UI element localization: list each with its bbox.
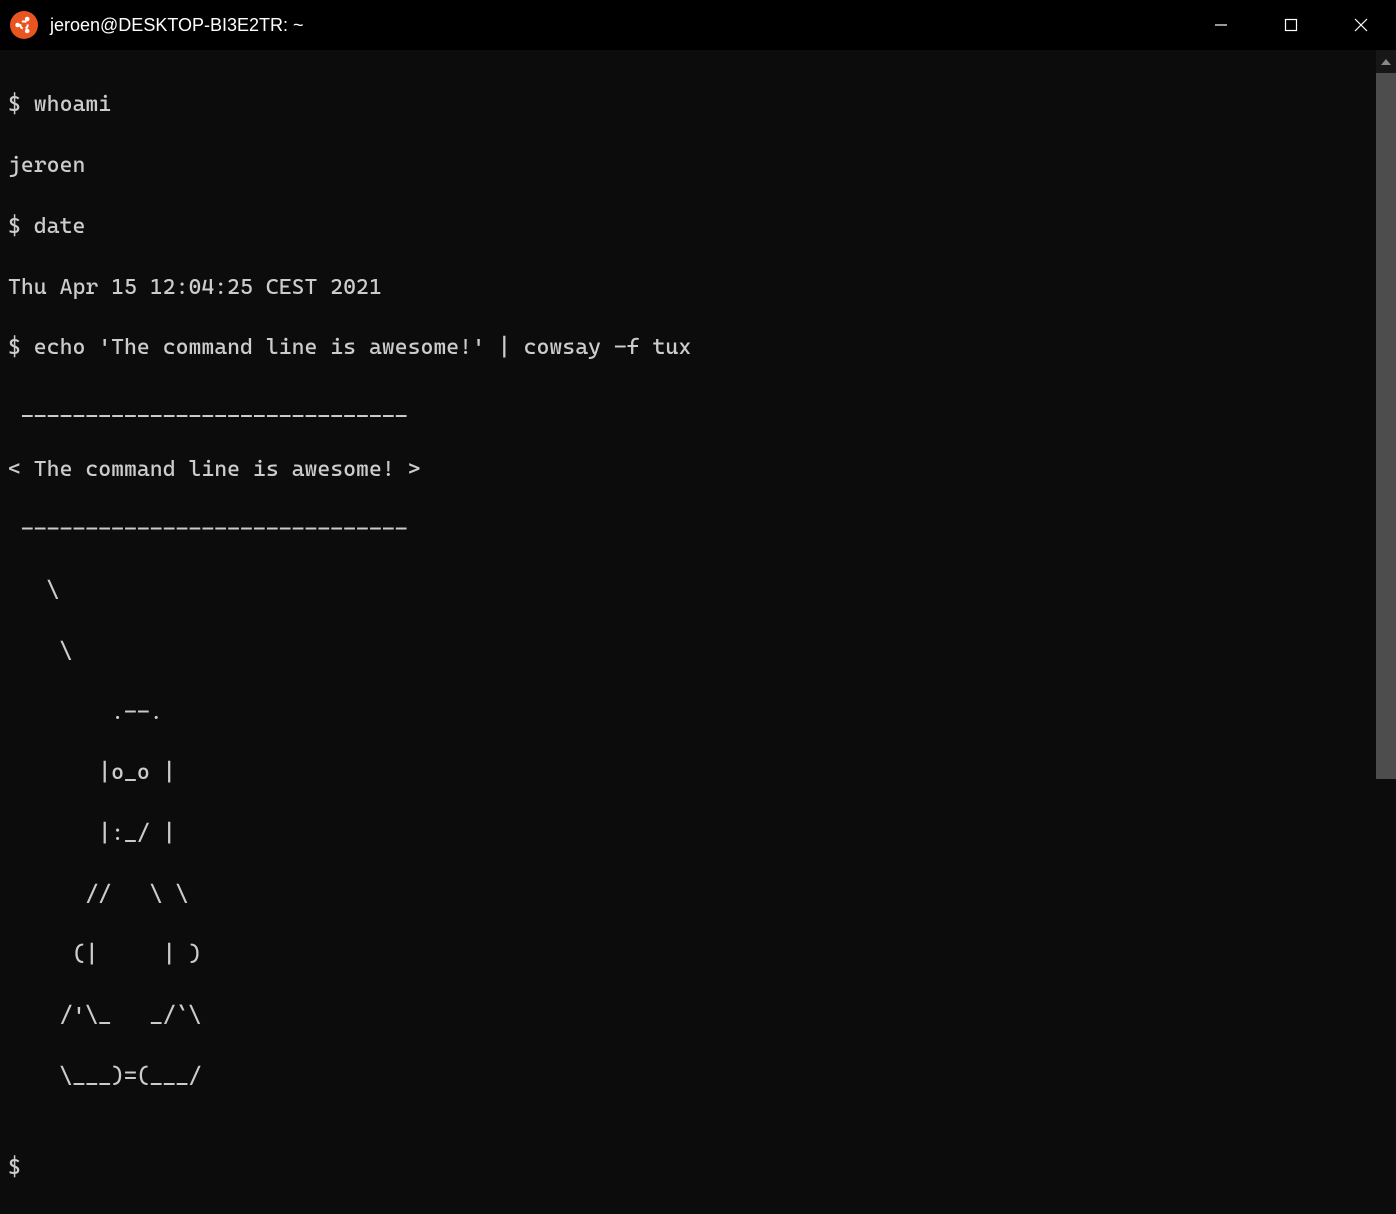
scroll-up-arrow-icon[interactable] [1376, 50, 1396, 73]
terminal-line: |o_o | [8, 758, 1396, 788]
terminal-line: ------------------------------ [8, 515, 1396, 545]
terminal-line: (| | ) [8, 940, 1396, 970]
terminal-line: ______________________________ [8, 394, 1396, 424]
terminal-line: .--. [8, 698, 1396, 728]
window-controls [1186, 0, 1396, 50]
ubuntu-icon [10, 11, 38, 39]
terminal-output[interactable]: $ whoami jeroen $ date Thu Apr 15 12:04:… [0, 50, 1396, 779]
scrollbar-thumb[interactable] [1376, 73, 1396, 779]
terminal-line: $ [8, 1153, 1396, 1183]
terminal-line: \ [8, 576, 1396, 606]
terminal-line: $ echo 'The command line is awesome!' | … [8, 333, 1396, 363]
terminal-line: Thu Apr 15 12:04:25 CEST 2021 [8, 273, 1396, 303]
terminal-line: \___)=(___/ [8, 1062, 1396, 1092]
terminal-line: |:_/ | [8, 819, 1396, 849]
minimize-button[interactable] [1186, 0, 1256, 50]
window-title: jeroen@DESKTOP-BI3E2TR: ~ [50, 15, 304, 36]
terminal-line: < The command line is awesome! > [8, 455, 1396, 485]
window-titlebar[interactable]: jeroen@DESKTOP-BI3E2TR: ~ [0, 0, 1396, 50]
close-button[interactable] [1326, 0, 1396, 50]
terminal-line: jeroen [8, 151, 1396, 181]
terminal-line: // \ \ [8, 880, 1396, 910]
terminal-line: $ date [8, 212, 1396, 242]
terminal-line: /'\_ _/`\ [8, 1001, 1396, 1031]
terminal-line: \ [8, 637, 1396, 667]
terminal-line: $ whoami [8, 90, 1396, 120]
maximize-button[interactable] [1256, 0, 1326, 50]
